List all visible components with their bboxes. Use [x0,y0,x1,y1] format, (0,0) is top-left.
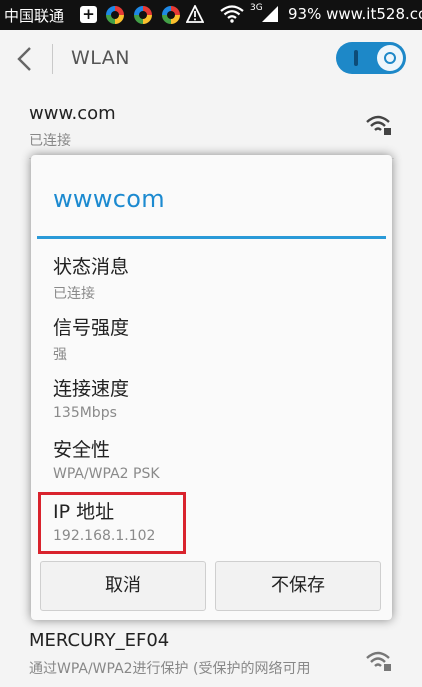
network-item[interactable]: MERCURY_EF04 通过WPA/WPA2进行保护 (受保护的网络可用 [0,620,422,687]
app-bar-divider [52,44,53,74]
wifi-locked-icon [366,115,391,135]
network-name: www.com [29,103,116,124]
signal-icon [262,6,278,22]
cancel-button[interactable]: 取消 [40,561,206,611]
detail-label: 安全性 [53,439,111,461]
app-ring-icon [106,6,124,24]
detail-value: WPA/WPA2 PSK [53,466,160,482]
detail-label: 状态消息 [53,256,130,278]
page-title: WLAN [71,47,131,69]
network-status: 已连接 [29,133,71,149]
ip-highlight-box [38,492,186,554]
status-bar: 中国联通 + 3G 93% www.it528.com [0,0,422,30]
detail-value: 已连接 [53,286,95,302]
network-name: MERCURY_EF04 [29,630,170,651]
network-details-dialog: wwwcom 状态消息 已连接 信号强度 强 连接速度 135Mbps 安全性 … [31,155,392,620]
detail-value: 强 [53,347,67,363]
toggle-on-mark [354,50,358,66]
network-item[interactable]: www.com 已连接 [0,88,422,158]
wifi-locked-icon [366,651,391,671]
detail-label: 信号强度 [53,317,130,339]
dialog-title-divider [37,236,386,239]
network-type-label: 3G [250,3,263,13]
app-ring-icon [134,6,152,24]
dialog-title: wwwcom [53,185,165,213]
network-status: 通过WPA/WPA2进行保护 (受保护的网络可用 [29,661,311,677]
status-right-text: 93% www.it528.com [288,5,422,23]
forget-button[interactable]: 不保存 [215,561,381,611]
app-ring-icon [162,6,180,24]
wifi-icon [220,5,244,23]
detail-label: 连接速度 [53,378,130,400]
detail-value: 135Mbps [53,405,117,421]
warning-icon [186,5,204,23]
back-arrow-icon[interactable] [14,46,36,72]
wlan-toggle[interactable] [336,42,406,74]
toggle-knob [377,45,403,71]
plus-icon: + [80,6,97,23]
app-bar: WLAN [0,30,422,88]
carrier-name: 中国联通 [4,7,65,25]
